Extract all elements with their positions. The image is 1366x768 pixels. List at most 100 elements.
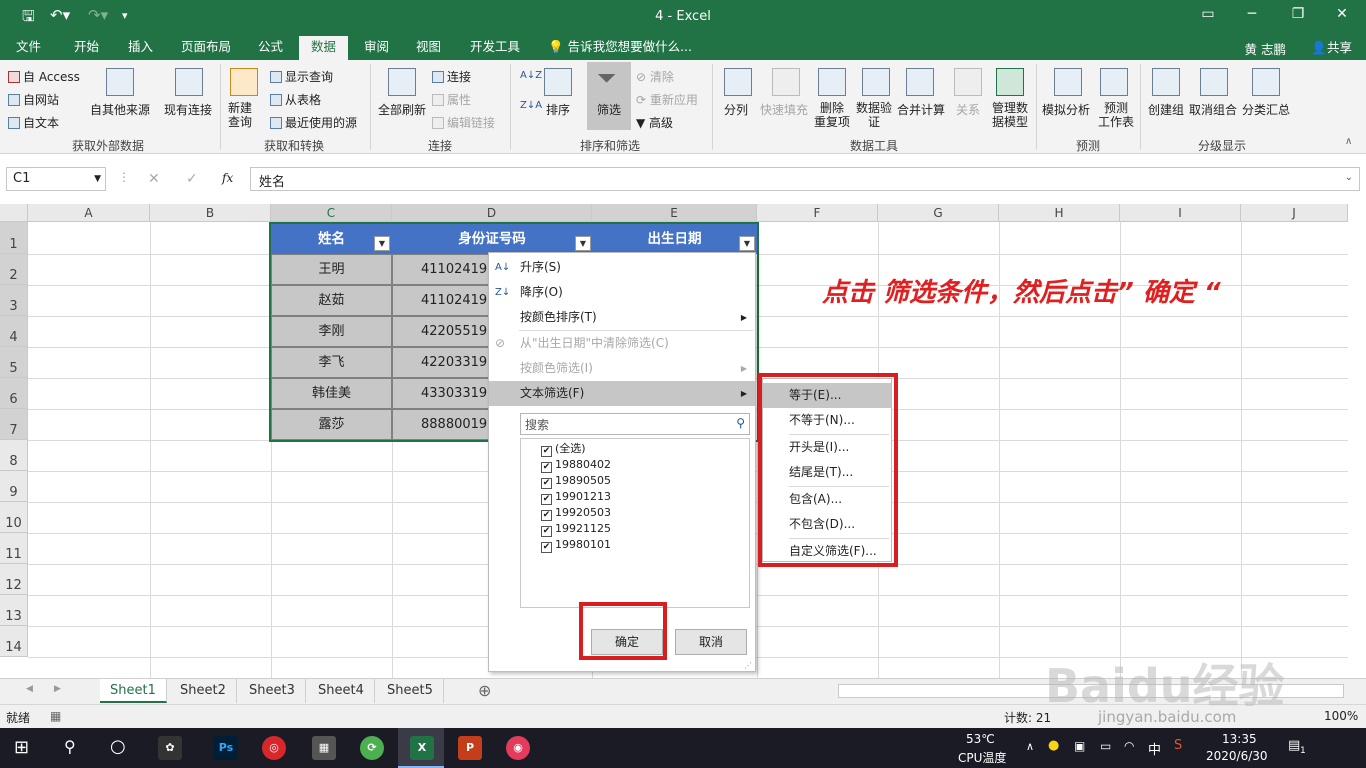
clear-filter-button[interactable]: ⊘ 清除 <box>636 68 674 85</box>
close-button[interactable]: ✕ <box>1324 6 1360 22</box>
tab-view[interactable]: 视图 <box>410 38 447 60</box>
table-cell-id[interactable]: 41102419 <box>392 254 492 285</box>
tell-me-search[interactable]: 💡 告诉我您想要做什么... <box>542 38 698 60</box>
show-hidden-icons-icon[interactable]: ∧ <box>1026 740 1034 753</box>
other-sources-button[interactable]: 自其他来源 <box>90 101 150 118</box>
text-filters-item[interactable]: 文本筛选(F) ▶ <box>489 381 755 406</box>
row-header[interactable]: 9 <box>0 471 28 502</box>
column-header-e[interactable]: E <box>592 204 757 222</box>
ime-indicator[interactable]: 中 <box>1148 739 1161 758</box>
name-box[interactable]: C1 ▼ <box>6 167 106 191</box>
sogou-ime-icon[interactable]: S <box>1174 738 1182 753</box>
clock-date[interactable]: 2020/6/30 <box>1206 749 1268 763</box>
column-header-c[interactable]: C <box>271 204 392 222</box>
list-item[interactable]: ✔ 19890505 <box>541 473 611 489</box>
share-button[interactable]: 👤共享 <box>1311 37 1352 56</box>
properties-button[interactable]: 属性 <box>432 91 471 108</box>
windows-start-icon[interactable]: ⊞ <box>14 737 29 758</box>
row-header[interactable]: 13 <box>0 595 28 626</box>
row-header[interactable]: 1 <box>0 222 28 254</box>
tab-review[interactable]: 审阅 <box>358 38 395 60</box>
table-cell-id[interactable]: 88880019 <box>392 409 492 440</box>
table-header-id[interactable]: 身份证号码 <box>392 224 592 254</box>
list-item[interactable]: ✔ 19920503 <box>541 505 611 521</box>
tray-icon[interactable]: ▣ <box>1074 739 1085 753</box>
filter-search-input[interactable]: 搜索 ⚲ <box>520 413 750 435</box>
new-query-button[interactable]: 新建 查询 <box>228 101 252 129</box>
remove-duplicates-button[interactable]: 删除 重复项 <box>814 101 850 129</box>
row-header[interactable]: 3 <box>0 285 28 316</box>
cancel-button[interactable]: 取消 <box>675 629 747 655</box>
from-access-button[interactable]: 自 Access <box>8 68 80 85</box>
task-view-icon[interactable]: ○ <box>110 736 126 757</box>
group-button[interactable]: 创建组 <box>1148 101 1184 118</box>
filter-dropdown-button[interactable]: ▼ <box>374 236 390 251</box>
tray-icon[interactable]: ▭ <box>1100 739 1111 753</box>
what-if-analysis-button[interactable]: 模拟分析 <box>1042 101 1090 118</box>
list-item[interactable]: ✔ (全选) <box>541 441 586 457</box>
expand-formula-icon[interactable]: ⌄ <box>1345 172 1353 183</box>
netease-music-icon[interactable]: ◎ <box>262 736 286 760</box>
cancel-icon[interactable]: ✕ <box>148 171 160 187</box>
list-item[interactable]: ✔ 19901213 <box>541 489 611 505</box>
screen-recorder-icon[interactable]: ◉ <box>506 736 530 760</box>
relationships-button[interactable]: 关系 <box>956 101 980 118</box>
connections-button[interactable]: 连接 <box>432 68 471 85</box>
scroll-left-icon[interactable]: ◀ <box>26 684 33 694</box>
flash-fill-button[interactable]: 快速填充 <box>760 101 808 118</box>
column-header-a[interactable]: A <box>28 204 150 222</box>
powerpoint-icon[interactable]: P <box>458 736 482 760</box>
scroll-right-icon[interactable]: ▶ <box>54 684 61 694</box>
add-sheet-icon[interactable]: ⊕ <box>478 681 491 700</box>
table-cell-id[interactable]: 43303319 <box>392 378 492 409</box>
clock-time[interactable]: 13:35 <box>1222 732 1257 746</box>
row-header[interactable]: 6 <box>0 378 28 409</box>
filter-by-color-item[interactable]: 按颜色筛选(I) ▶ <box>489 356 755 381</box>
sort-az-icon[interactable]: A↓Z <box>520 70 542 81</box>
from-text-button[interactable]: 自文本 <box>8 114 59 131</box>
column-header-b[interactable]: B <box>150 204 271 222</box>
list-item[interactable]: ✔ 19980101 <box>541 537 611 553</box>
filter-dropdown-button-active[interactable]: ▼ <box>739 236 755 251</box>
forecast-sheet-button[interactable]: 预测 工作表 <box>1098 101 1134 129</box>
existing-connections-button[interactable]: 现有连接 <box>164 101 212 118</box>
zoom-level[interactable]: 100% <box>1324 709 1358 723</box>
search-icon[interactable]: ⚲ <box>64 737 76 756</box>
sheet-tab[interactable]: Sheet4 <box>308 679 375 703</box>
recent-sources-button[interactable]: 最近使用的源 <box>270 114 357 131</box>
table-cell-name[interactable]: 李飞 <box>271 347 392 378</box>
consolidate-button[interactable]: 合并计算 <box>897 101 945 118</box>
calculator-icon[interactable]: ▦ <box>312 736 336 760</box>
edit-links-button[interactable]: 编辑链接 <box>432 114 495 131</box>
column-header-d[interactable]: D <box>392 204 592 222</box>
row-header[interactable]: 12 <box>0 564 28 595</box>
table-cell-id[interactable]: 42203319 <box>392 347 492 378</box>
tab-home[interactable]: 开始 <box>68 38 105 60</box>
tab-file[interactable]: 文件 <box>10 38 47 60</box>
column-header-h[interactable]: H <box>999 204 1120 222</box>
advanced-filter-button[interactable]: ▼ 高级 <box>636 114 673 131</box>
excel-icon[interactable]: X <box>410 736 434 760</box>
tab-page-layout[interactable]: 页面布局 <box>175 38 237 60</box>
action-center-icon[interactable]: ▤ <box>1288 738 1300 753</box>
ungroup-button[interactable]: 取消组合 <box>1189 101 1237 118</box>
insert-function-icon[interactable]: fx <box>222 171 233 185</box>
sort-za-icon[interactable]: Z↓A <box>520 100 542 111</box>
wifi-icon[interactable]: ◠ <box>1124 739 1134 753</box>
enter-icon[interactable]: ✓ <box>186 171 198 187</box>
list-item[interactable]: ✔ 19921125 <box>541 521 611 537</box>
row-header[interactable]: 2 <box>0 254 28 285</box>
table-header-birthdate[interactable]: 出生日期 <box>592 224 757 254</box>
row-header[interactable]: 7 <box>0 409 28 440</box>
pinwheel-app-icon[interactable]: ✿ <box>158 736 182 760</box>
table-cell-name[interactable]: 韩佳美 <box>271 378 392 409</box>
sheet-tab[interactable]: Sheet3 <box>239 679 306 703</box>
tab-formulas[interactable]: 公式 <box>252 38 289 60</box>
column-header-j[interactable]: J <box>1241 204 1348 222</box>
table-cell-name[interactable]: 王明 <box>271 254 392 285</box>
sheet-tab[interactable]: Sheet1 <box>100 679 167 703</box>
reapply-button[interactable]: ⟳ 重新应用 <box>636 91 698 108</box>
tab-insert[interactable]: 插入 <box>122 38 159 60</box>
refresh-all-button[interactable]: 全部刷新 <box>378 101 426 118</box>
restore-button[interactable]: ❐ <box>1280 6 1316 22</box>
